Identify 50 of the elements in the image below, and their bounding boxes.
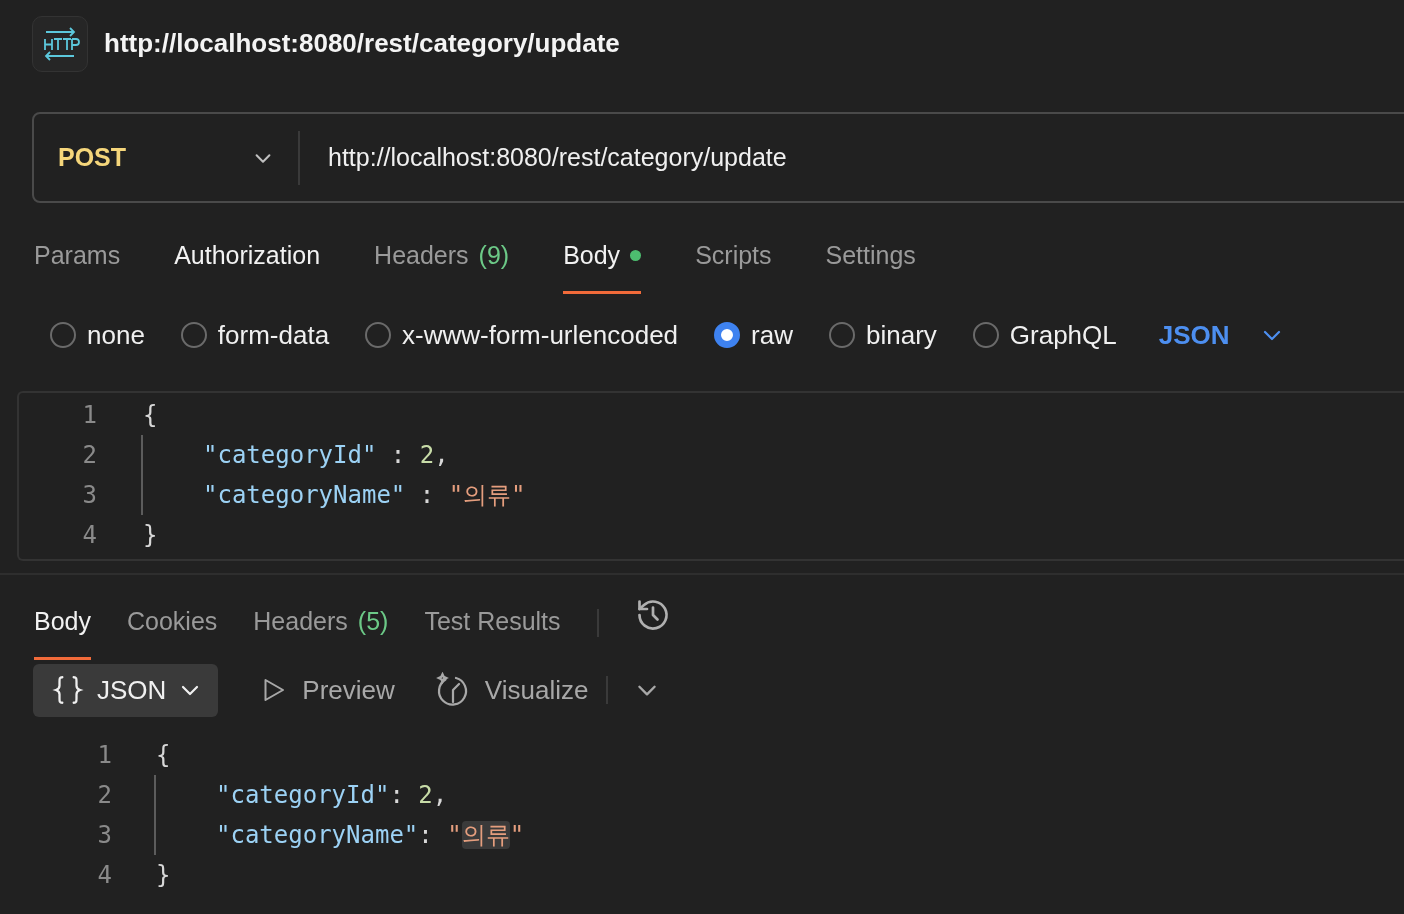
toolbar-action[interactable]: Visualize — [434, 672, 589, 708]
tab-count: (9) — [478, 241, 510, 270]
code-line: "categoryId": 2, — [216, 781, 448, 809]
code-line: } — [143, 521, 158, 549]
response-tab[interactable]: Test Results — [424, 593, 561, 660]
body-type-option[interactable]: none — [50, 319, 145, 351]
request-tab[interactable]: Authorization — [174, 227, 321, 294]
code-line: "categoryId" : 2, — [203, 441, 449, 469]
tab-count: (5) — [357, 607, 389, 636]
code-line: } — [156, 861, 171, 889]
code-line: { — [156, 741, 171, 769]
radio-button[interactable] — [972, 322, 999, 348]
radio-button[interactable] — [365, 322, 392, 348]
request-tab[interactable]: Body — [563, 227, 642, 294]
body-type-option[interactable]: form-data — [180, 319, 330, 351]
line-number: 2 — [81, 441, 97, 469]
response-tab[interactable]: Cookies — [127, 593, 218, 660]
line-number: 2 — [96, 781, 112, 809]
body-type-option[interactable]: binary — [829, 319, 937, 351]
method-dropdown[interactable]: POST — [34, 143, 298, 172]
format-dropdown[interactable]: JSON — [33, 663, 219, 717]
braces-icon — [51, 673, 85, 707]
radio-button[interactable] — [714, 322, 741, 348]
request-tab[interactable]: Headers (9) — [374, 227, 510, 294]
line-number: 3 — [96, 821, 112, 849]
line-number: 4 — [81, 521, 97, 549]
toolbar-action[interactable]: Preview — [258, 674, 395, 706]
radio-button[interactable] — [829, 322, 855, 348]
line-number: 4 — [96, 861, 112, 889]
code-line: "categoryName" : "의류" — [203, 480, 526, 511]
http-icon — [32, 15, 88, 72]
request-editor[interactable]: 1 { 2 "categoryId" : 2, 3 "categoryName" : "의류" 4 } — [17, 391, 1404, 561]
response-tab[interactable]: Body — [34, 593, 91, 660]
response-tab[interactable]: Headers (5) — [253, 593, 389, 660]
format-dropdown[interactable]: JSON — [1158, 319, 1284, 351]
body-type-option[interactable]: GraphQL — [972, 319, 1117, 351]
line-number: 1 — [96, 741, 112, 769]
code-line: { — [143, 401, 158, 429]
request-tab[interactable]: Scripts — [695, 227, 772, 294]
line-number: 3 — [81, 481, 97, 509]
url-input[interactable]: http://localhost:8080/rest/category/update — [300, 143, 787, 172]
line-number: 1 — [81, 401, 97, 429]
body-type-option[interactable]: raw — [714, 319, 793, 351]
radio-button[interactable] — [180, 322, 207, 348]
code-line: "categoryName": "의류" — [216, 820, 525, 851]
request-title: http://localhost:8080/rest/category/update — [104, 28, 620, 59]
request-tab[interactable]: Params — [34, 227, 121, 294]
radio-button[interactable] — [50, 322, 76, 348]
body-type-option[interactable]: x-www-form-urlencoded — [365, 319, 679, 351]
request-tab[interactable]: Settings — [825, 227, 916, 294]
